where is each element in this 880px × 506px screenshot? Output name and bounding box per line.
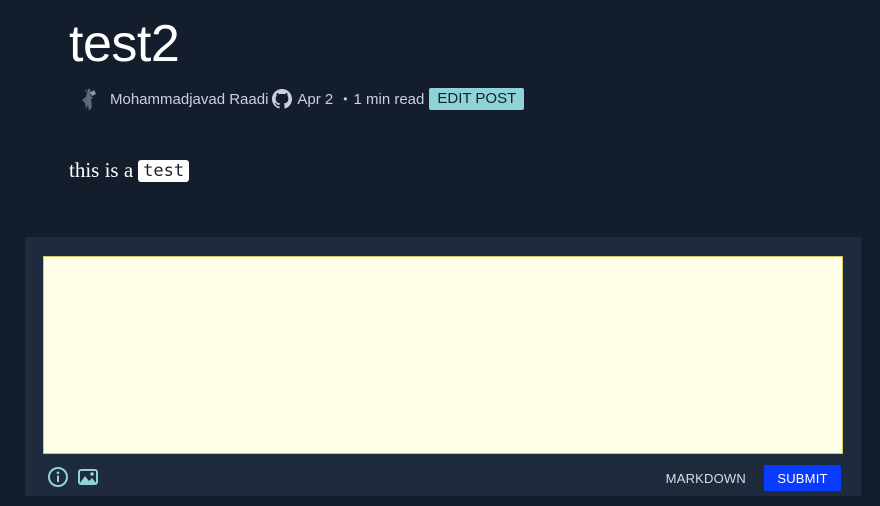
post-body: this is a test [69, 158, 190, 183]
info-icon[interactable] [47, 466, 69, 488]
author-name[interactable]: Mohammadjavad Raadi [110, 91, 268, 108]
post-meta: Mohammadjavad Raadi Apr 2 • 1 min read E… [74, 84, 525, 114]
markdown-button[interactable]: MARKDOWN [666, 471, 746, 486]
image-icon[interactable] [77, 466, 99, 488]
page: test2 Mohammadjavad Raadi Apr 2 • 1 min … [0, 0, 880, 506]
inline-code: test [138, 159, 190, 182]
meta-separator: • [343, 92, 348, 106]
edit-post-button[interactable]: EDIT POST [429, 88, 525, 110]
post-body-text: this is a [69, 158, 134, 182]
github-icon[interactable] [272, 89, 293, 109]
post-title: test2 [69, 15, 180, 73]
comment-toolbar-left [47, 466, 99, 488]
author-avatar[interactable] [74, 84, 104, 114]
submit-button[interactable]: SUBMIT [764, 465, 841, 491]
read-time: 1 min read [353, 90, 425, 108]
post-date: Apr 2 [297, 90, 334, 108]
comment-textarea[interactable] [43, 256, 843, 454]
comment-panel: MARKDOWN SUBMIT [25, 237, 861, 496]
comment-toolbar-right: MARKDOWN SUBMIT [666, 465, 841, 491]
